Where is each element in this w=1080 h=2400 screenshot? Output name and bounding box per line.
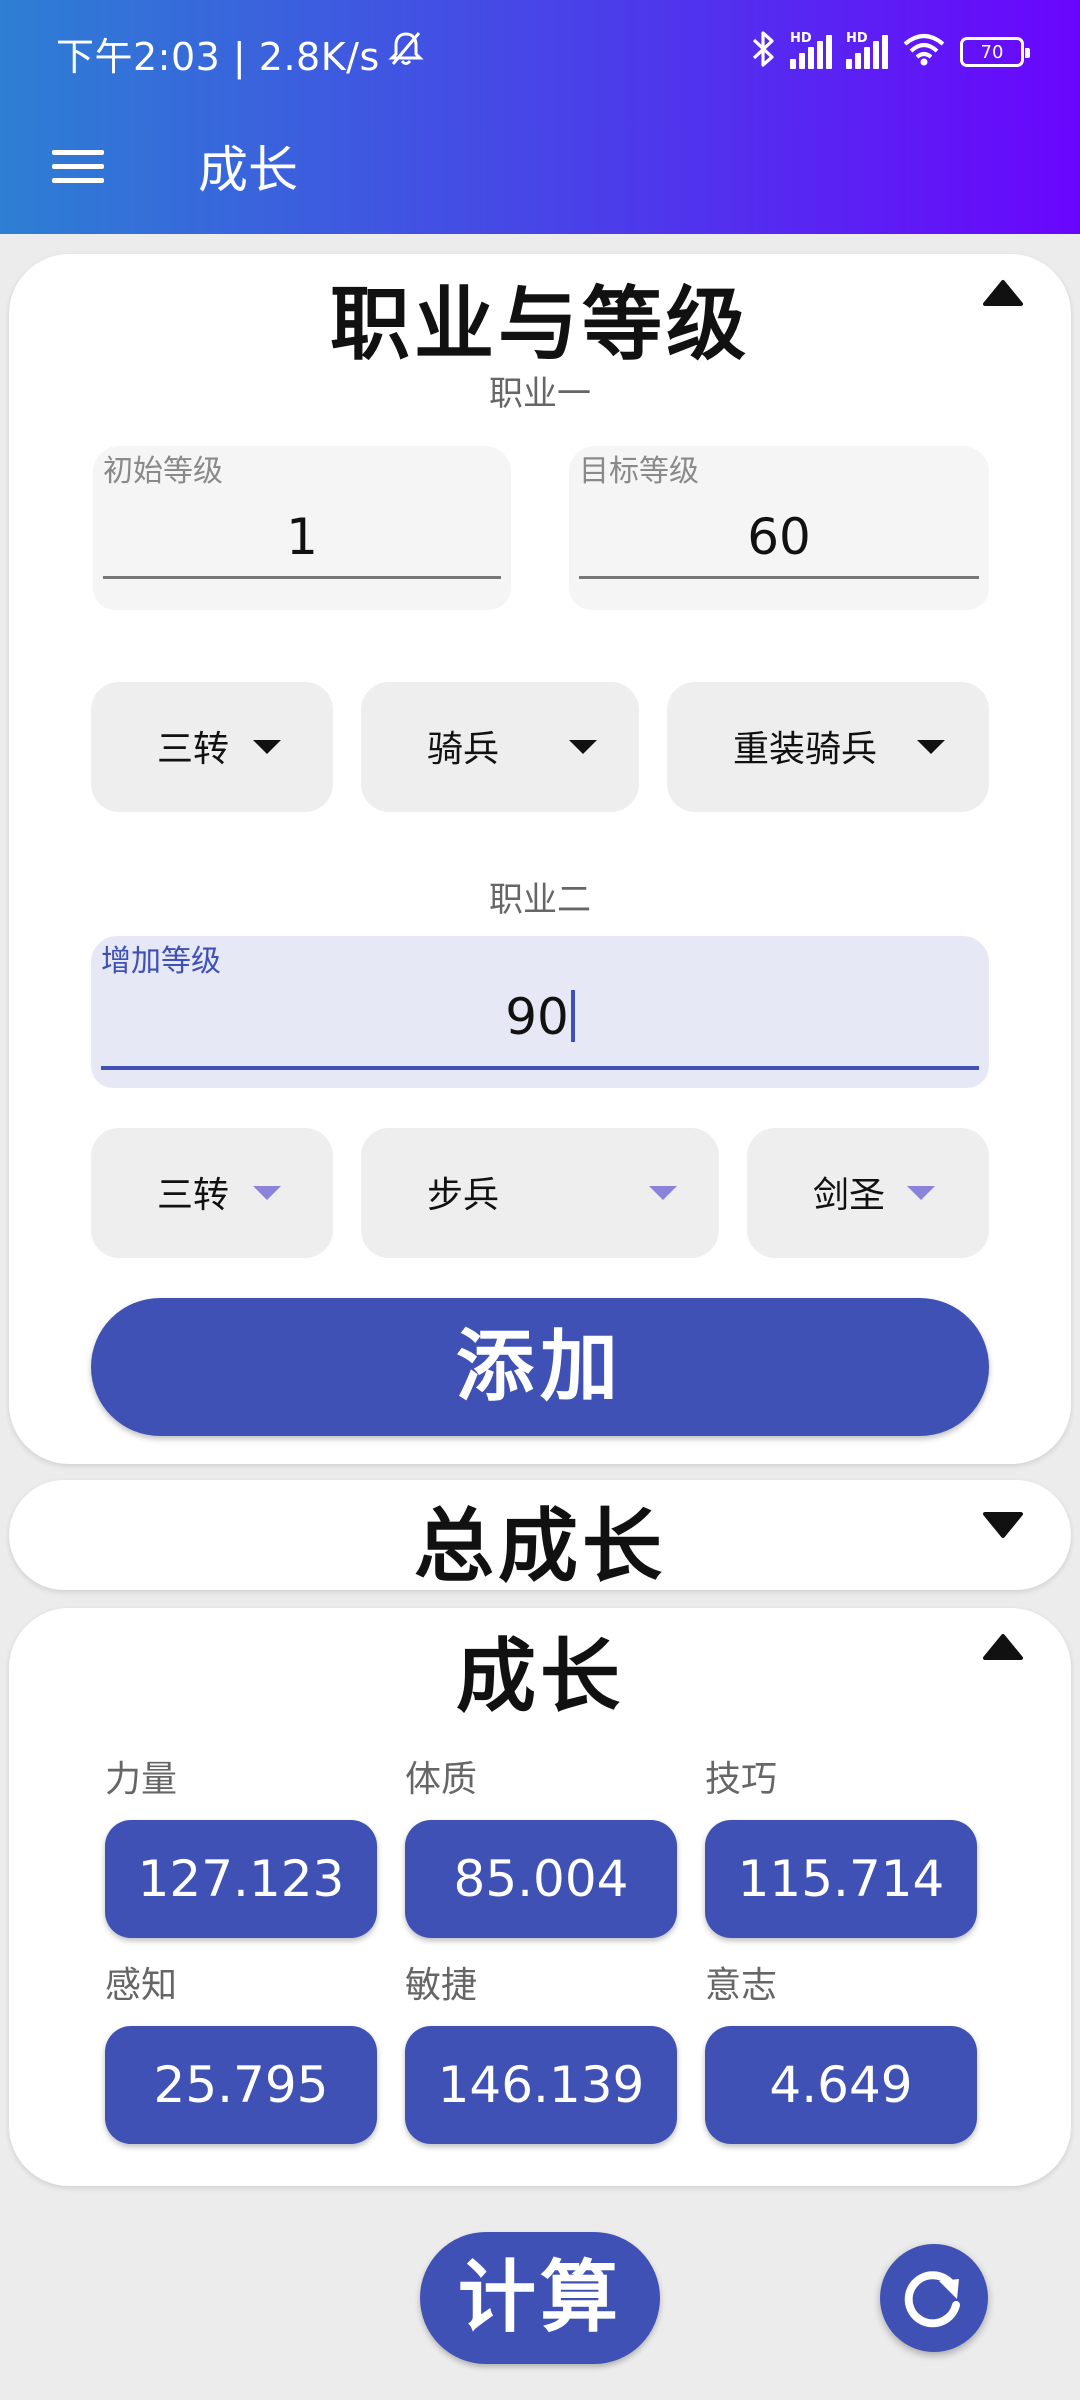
job1-subclass-dropdown[interactable]: 重装骑兵	[667, 682, 989, 812]
total-growth-title: 总成长	[414, 1500, 666, 1593]
start-level-label: 初始等级	[103, 454, 223, 489]
stat-label-agility: 敏捷	[405, 1965, 478, 2006]
job-two-label: 职业二	[489, 880, 591, 920]
job2-subclass-value: 剑圣	[813, 1175, 886, 1216]
status-right: HD HD 70	[750, 30, 1030, 74]
profession-level-card: 职业与等级 职业一 初始等级 1 目标等级 60 三转 骑兵 重装骑兵 职业二 …	[9, 254, 1071, 1464]
cellular-signal-1-icon: HD	[790, 31, 832, 69]
chevron-down-icon	[917, 740, 945, 754]
start-level-value: 1	[286, 508, 318, 566]
refresh-button[interactable]	[880, 2244, 988, 2352]
stat-value-agility: 146.139	[405, 2026, 677, 2144]
stat-value-will: 4.649	[705, 2026, 977, 2144]
chevron-down-icon	[649, 1186, 677, 1200]
status-time-speed: 下午2:03 | 2.8K/s	[56, 35, 380, 79]
status-left: 下午2:03 | 2.8K/s	[56, 26, 424, 81]
stat-value-strength: 127.123	[105, 1820, 377, 1938]
job1-subclass-value: 重装骑兵	[733, 729, 878, 770]
collapse-up-icon[interactable]	[981, 276, 1025, 308]
job2-rank-value: 三转	[157, 1175, 230, 1216]
add-level-label: 增加等级	[101, 944, 221, 979]
growth-card-title: 成长	[456, 1630, 624, 1723]
add-level-underline	[101, 1066, 979, 1070]
page-title: 成长	[198, 141, 298, 199]
job-one-label: 职业一	[489, 374, 591, 414]
app-bar: 成长	[0, 110, 1080, 234]
target-level-underline	[579, 576, 979, 579]
target-level-label: 目标等级	[579, 454, 699, 489]
job2-subclass-dropdown[interactable]: 剑圣	[747, 1128, 989, 1258]
stat-label-perception: 感知	[105, 1965, 178, 2006]
job1-class-dropdown[interactable]: 骑兵	[361, 682, 639, 812]
job1-rank-value: 三转	[157, 729, 230, 770]
growth-card: 成长 力量 体质 技巧 127.123 85.004 115.714 感知 敏捷…	[9, 1608, 1071, 2186]
calculate-button[interactable]: 计算	[420, 2232, 660, 2364]
stat-label-skill: 技巧	[705, 1759, 778, 1800]
chevron-down-icon	[569, 740, 597, 754]
battery-level: 70	[980, 41, 1004, 63]
collapse-up-icon[interactable]	[981, 1630, 1025, 1662]
job1-rank-dropdown[interactable]: 三转	[91, 682, 333, 812]
add-level-value: 90	[505, 988, 569, 1046]
add-level-field[interactable]: 增加等级 90	[91, 936, 989, 1088]
hd-label-1: HD	[790, 31, 812, 46]
target-level-field[interactable]: 目标等级 60	[569, 446, 989, 610]
start-level-field[interactable]: 初始等级 1	[93, 446, 511, 610]
stat-label-constitution: 体质	[405, 1759, 478, 1800]
battery-icon: 70	[960, 37, 1030, 67]
target-level-value: 60	[747, 508, 811, 566]
stat-value-constitution: 85.004	[405, 1820, 677, 1938]
refresh-icon	[904, 2271, 960, 2328]
total-growth-card[interactable]: 总成长	[9, 1480, 1071, 1593]
hd-label-2: HD	[846, 31, 868, 46]
wifi-icon	[902, 32, 946, 72]
status-bar: 下午2:03 | 2.8K/s HD HD 70	[0, 0, 1080, 110]
chevron-down-icon	[253, 740, 281, 754]
bluetooth-icon	[750, 30, 776, 74]
bell-muted-icon	[388, 30, 424, 77]
job2-class-dropdown[interactable]: 步兵	[361, 1128, 719, 1258]
expand-down-icon[interactable]	[981, 1510, 1025, 1542]
stat-value-skill: 115.714	[705, 1820, 977, 1938]
add-button[interactable]: 添加	[91, 1298, 989, 1436]
profession-card-title: 职业与等级	[330, 278, 750, 371]
chevron-down-icon	[907, 1186, 935, 1200]
stat-label-will: 意志	[705, 1965, 778, 2006]
job2-class-value: 步兵	[427, 1175, 500, 1216]
header: 下午2:03 | 2.8K/s HD HD 70 成长	[0, 0, 1080, 234]
stat-value-perception: 25.795	[105, 2026, 377, 2144]
menu-icon[interactable]	[52, 138, 108, 194]
add-level-value-wrap: 90	[91, 988, 989, 1046]
job1-class-value: 骑兵	[427, 729, 500, 770]
job2-rank-dropdown[interactable]: 三转	[91, 1128, 333, 1258]
start-level-underline	[103, 576, 501, 579]
chevron-down-icon	[253, 1186, 281, 1200]
stat-label-strength: 力量	[105, 1759, 178, 1800]
cellular-signal-2-icon: HD	[846, 31, 888, 69]
text-cursor	[570, 990, 575, 1042]
